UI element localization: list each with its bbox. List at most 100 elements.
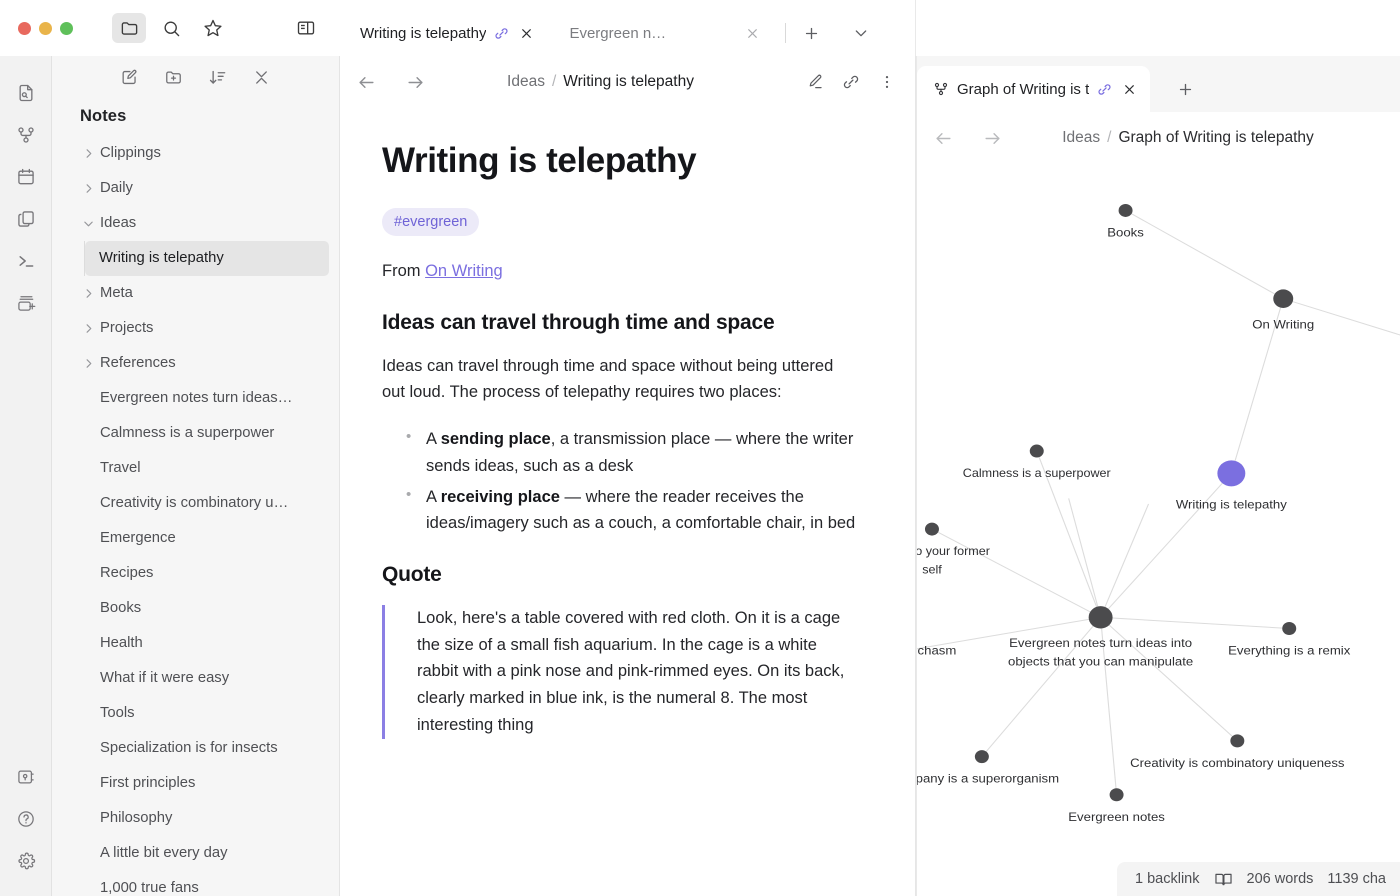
graph-node[interactable] [1282,621,1297,635]
tree-file-item[interactable]: First principles [62,766,329,801]
terminal-icon[interactable] [7,240,45,282]
window-controls [0,21,112,35]
graph-node-label: Writing is telepathy [1176,497,1288,511]
breadcrumb-parent[interactable]: Ideas [1062,129,1100,147]
backlink-count[interactable]: 1 backlink [1135,871,1199,887]
canvas-icon[interactable] [7,198,45,240]
chevron-right-icon [80,323,96,334]
graph-node[interactable] [974,750,989,764]
graph-edge [1100,503,1150,618]
tree-folder-projects[interactable]: Projects [62,311,329,346]
close-tab-icon[interactable] [517,24,535,42]
vault-icon[interactable] [7,756,45,798]
tree-file-item[interactable]: Evergreen notes turn ideas… [62,381,329,416]
tree-file-item[interactable]: Travel [62,451,329,486]
tree-file-item[interactable]: Recipes [62,556,329,591]
graph-view-icon[interactable] [7,114,45,156]
help-icon[interactable] [7,798,45,840]
graph-node-focused[interactable] [1217,460,1246,487]
new-folder-icon[interactable] [161,64,187,90]
tree-file-item[interactable]: 1,000 true fans [62,871,329,896]
tree-folder-meta[interactable]: Meta [62,276,329,311]
tree-file-writing-is-telepathy[interactable]: Writing is telepathy [85,240,329,276]
graph-edge [931,528,1101,618]
tree-file-item[interactable]: Health [62,626,329,661]
search-icon[interactable] [154,13,188,43]
status-bar: 1 backlink 206 words 1139 cha [1117,862,1400,896]
tree-folder-daily[interactable]: Daily [62,171,329,206]
link-icon[interactable] [840,71,862,93]
note-content-scroll[interactable]: Writing is telepathy #evergreen From On … [340,108,916,896]
close-window-button[interactable] [18,21,31,35]
new-tab-icon[interactable] [796,18,826,48]
tree-file-label: Calmness is a superpower [100,425,275,442]
tree-file-item[interactable]: Creativity is combinatory u… [62,486,329,521]
graph-node[interactable] [1230,734,1245,748]
graph-node[interactable] [1109,788,1124,802]
note-header-actions [804,71,898,93]
tree-file-item[interactable]: What if it were easy [62,661,329,696]
more-options-icon[interactable] [876,71,898,93]
maximize-window-button[interactable] [60,21,73,35]
chevron-right-icon [80,358,96,369]
graph-view-header: Ideas / Graph of Writing is telepathy [917,112,1400,164]
tree-file-item[interactable]: Books [62,591,329,626]
graph-canvas[interactable]: Books On Writing Writing is telepathy Ca… [917,164,1400,896]
book-open-icon[interactable] [1214,870,1233,889]
graph-svg[interactable]: Books On Writing Writing is telepathy Ca… [917,164,1400,896]
new-tab-group-icon[interactable] [7,282,45,324]
edit-pencil-icon[interactable] [804,71,826,93]
blockquote-text: Look, here's a table covered with red cl… [417,609,845,734]
right-sidebar-toggle-icon[interactable] [289,13,323,43]
tree-file-item[interactable]: Philosophy [62,801,329,836]
new-tab-icon[interactable] [1170,74,1200,104]
tree-file-item[interactable]: Emergence [62,521,329,556]
tab-evergreen-notes[interactable]: Evergreen notes [547,10,773,56]
collapse-all-icon[interactable] [249,64,275,90]
tab-divider [785,23,787,43]
tree-folder-references[interactable]: References [62,346,329,381]
tab-writing-is-telepathy[interactable]: Writing is telepathy [340,10,548,56]
tab-strip-actions [773,10,876,56]
internal-link-on-writing[interactable]: On Writing [425,262,503,280]
graph-node[interactable] [924,522,939,536]
close-tab-icon[interactable] [744,24,761,42]
tree-file-item[interactable]: Tools [62,696,329,731]
graph-tab-actions [1150,66,1200,112]
breadcrumb[interactable]: Ideas / Writing is telepathy [397,73,804,91]
tree-folder-ideas[interactable]: Ideas [62,206,329,241]
navigate-back-icon[interactable] [931,126,955,150]
ribbon-bottom-actions [7,756,45,896]
graph-node-label: mpany is a superorganism [917,771,1059,785]
graph-node-label: On Writing [1252,317,1314,331]
close-tab-icon[interactable] [1120,80,1138,98]
chevron-down-icon [80,218,96,229]
files-icon[interactable] [112,13,146,43]
graph-node[interactable] [1088,606,1113,629]
navigate-back-icon[interactable] [354,70,378,94]
left-ribbon [0,56,52,896]
graph-node[interactable] [1118,203,1133,217]
tree-file-item[interactable]: Calmness is a superpower [62,416,329,451]
tab-graph-of-writing-is-telepathy[interactable]: Graph of Writing is t [917,66,1151,112]
new-note-icon[interactable] [117,64,143,90]
tag-evergreen[interactable]: #evergreen [382,208,480,236]
settings-icon[interactable] [7,840,45,882]
graph-node-label: Calmness is a superpower [963,466,1111,479]
character-count[interactable]: 1139 cha [1327,871,1386,887]
daily-note-icon[interactable] [7,156,45,198]
breadcrumb-parent[interactable]: Ideas [507,73,545,91]
word-count[interactable]: 206 words [1247,871,1314,887]
graph-node[interactable] [1029,444,1044,458]
star-icon[interactable] [196,13,230,43]
breadcrumb[interactable]: Ideas / Graph of Writing is telepathy [994,129,1382,147]
tree-file-item[interactable]: Specialization is for insects [62,731,329,766]
tree-file-item[interactable]: A little bit every day [62,836,329,871]
tab-list-chevron-icon[interactable] [846,18,876,48]
tree-folder-clippings[interactable]: Clippings [62,136,329,171]
quick-switcher-icon[interactable] [7,72,45,114]
graph-node[interactable] [1273,289,1294,308]
sort-order-icon[interactable] [205,64,231,90]
graph-node-label: gation to your former [917,544,990,557]
minimize-window-button[interactable] [39,21,52,35]
